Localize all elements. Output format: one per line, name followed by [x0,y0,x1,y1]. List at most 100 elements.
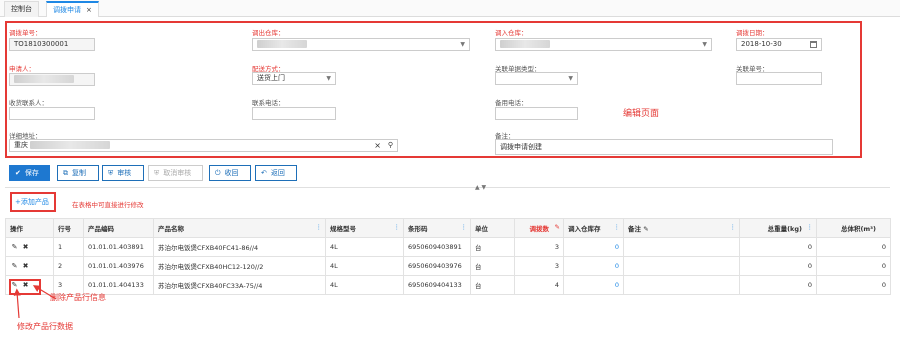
applicant-field[interactable] [9,73,95,86]
col-remark: 备注 ✎ ⋮ [623,218,740,238]
cell-code[interactable]: 01.01.01.403891 [83,237,154,257]
receiver-field[interactable] [9,107,95,120]
delivery-method-select[interactable]: 送货上门 ▼ [252,72,336,85]
col-spec[interactable]: 规格型号 ⋮ [325,218,404,238]
chevron-down-icon: ▼ [568,75,573,82]
cell-weight[interactable]: 0 [739,237,817,257]
close-icon[interactable]: ✖ [21,262,30,270]
cell-code[interactable]: 01.01.01.403976 [83,256,154,276]
related-type-select[interactable]: ▼ [495,72,578,85]
cell-qty[interactable]: 3 [514,237,564,257]
cell-spec[interactable]: 4L [325,275,404,295]
audit-button[interactable]: ⛨ 审核 [102,165,144,181]
cell-barcode[interactable]: 6950609403976 [403,256,471,276]
cell-remark[interactable] [623,256,740,276]
calendar-icon[interactable] [810,41,817,48]
save-label: 保存 [24,169,39,177]
table-edit-tip: 在表格中可直接进行修改 [72,201,144,209]
cell-name[interactable]: 苏泊尔电饭煲CFXB40HC12-120//2 [153,256,326,276]
col-row: 行号 [53,218,84,238]
cell-weight[interactable]: 0 [739,256,817,276]
tab-console[interactable]: 控制台 [4,1,39,17]
column-menu-icon[interactable]: ⋮ [807,223,814,231]
cell-remark[interactable] [623,237,740,257]
related-no-field[interactable] [736,72,822,85]
column-menu-icon[interactable]: ⋮ [316,223,323,231]
table-row[interactable]: ✎ ✖ 3 01.01.01.404133 苏泊尔电饭煲CFXB40FC33A-… [5,275,891,295]
cell-stock[interactable]: 0 [563,275,624,295]
address-field[interactable]: 重庆 × ⚲ [9,139,398,152]
cancel-audit-button[interactable]: ⛨ 取消审核 [148,165,203,181]
table-row[interactable]: ✎ ✖ 1 01.01.01.403891 苏泊尔电饭煲CFXB40FC41-8… [5,237,891,257]
col-op: 操作 [5,218,54,238]
col-spec-label: 规格型号 [330,225,356,233]
col-volume: 总体积(m³) [816,218,891,238]
transfer-date-field[interactable]: 2018-10-30 [736,38,822,51]
col-weight-label: 总重量(kg) [767,225,802,233]
backup-phone-field[interactable] [495,107,578,120]
close-icon[interactable]: × [86,6,92,14]
delete-row-annotation: 删除产品行信息 [50,293,106,302]
applicant-label: 申请人： [9,65,35,73]
cell-name[interactable]: 苏泊尔电饭煲CFXB40FC41-86//4 [153,237,326,257]
chevron-down-icon: ▼ [702,41,707,48]
edit-page-annotation: 编辑页面 [623,109,660,119]
row-actions-highlight [9,279,41,295]
pencil-icon[interactable]: ✎ [10,262,19,270]
cancel-audit-label: 取消审核 [163,169,192,177]
column-menu-icon[interactable]: ⋮ [614,223,621,231]
cell-barcode[interactable]: 6950609404133 [403,275,471,295]
cell-spec[interactable]: 4L [325,237,404,257]
cell-stock[interactable]: 0 [563,256,624,276]
col-name[interactable]: 产品名称 ⋮ [153,218,326,238]
transfer-date-value: 2018-10-30 [741,40,782,48]
close-icon[interactable]: ✖ [21,243,30,251]
cell-remark[interactable] [623,275,740,295]
copy-button[interactable]: ⧉ 复制 [57,165,99,181]
in-warehouse-select[interactable]: ▼ [495,38,712,51]
check-icon: ✔ [15,169,21,177]
table-row[interactable]: ✎ ✖ 2 01.01.01.403976 苏泊尔电饭煲CFXB40HC12-1… [5,256,891,276]
order-no-field[interactable]: TO1810300001 [9,38,95,51]
cell-spec[interactable]: 4L [325,256,404,276]
cell-unit[interactable]: 台 [470,275,515,295]
column-menu-icon[interactable]: ⋮ [394,223,401,231]
recall-label: 收回 [224,169,239,177]
out-warehouse-label: 调出仓库： [252,29,285,37]
add-product-button[interactable]: +添加产品 [15,197,49,207]
back-label: 返回 [270,169,285,177]
edit-icon: ✎ [643,225,649,233]
cell-unit[interactable]: 台 [470,256,515,276]
out-warehouse-select[interactable]: ▼ [252,38,470,51]
collapse-handle-icon[interactable]: ▲ ▼ [475,184,486,191]
pencil-icon[interactable]: ✎ [10,243,19,251]
clear-icon[interactable]: × [374,140,381,151]
phone-field[interactable] [252,107,336,120]
column-menu-icon[interactable]: ⋮ [461,223,468,231]
cell-volume[interactable]: 0 [816,256,891,276]
cell-volume[interactable]: 0 [816,275,891,295]
col-stock[interactable]: 调入仓库存 ⋮ [563,218,624,238]
cell-volume[interactable]: 0 [816,237,891,257]
col-barcode[interactable]: 条形码 ⋮ [403,218,471,238]
search-icon[interactable]: ⚲ [388,140,393,151]
remark-textarea[interactable]: 调拨申请创建 [495,139,833,155]
tab-transfer-request[interactable]: 调拨申请 × [46,1,99,17]
cell-stock[interactable]: 0 [563,237,624,257]
cell-qty[interactable]: 4 [514,275,564,295]
cell-name[interactable]: 苏泊尔电饭煲CFXB40FC33A-75//4 [153,275,326,295]
back-button[interactable]: ↶ 返回 [255,165,297,181]
col-weight[interactable]: 总重量(kg) ⋮ [739,218,817,238]
cell-weight[interactable]: 0 [739,275,817,295]
cell-row: 1 [53,237,84,257]
col-stock-label: 调入仓库存 [568,225,601,233]
col-qty-label: 调拨数 [529,225,550,233]
cell-barcode[interactable]: 6950609403891 [403,237,471,257]
recall-button[interactable]: ⏻ 收回 [209,165,251,181]
column-menu-icon[interactable]: ⋮ [730,223,737,231]
cell-qty[interactable]: 3 [514,256,564,276]
col-name-label: 产品名称 [158,225,184,233]
save-button[interactable]: ✔ 保存 [9,165,50,181]
col-remark-label: 备注 [628,225,641,233]
cell-unit[interactable]: 台 [470,237,515,257]
